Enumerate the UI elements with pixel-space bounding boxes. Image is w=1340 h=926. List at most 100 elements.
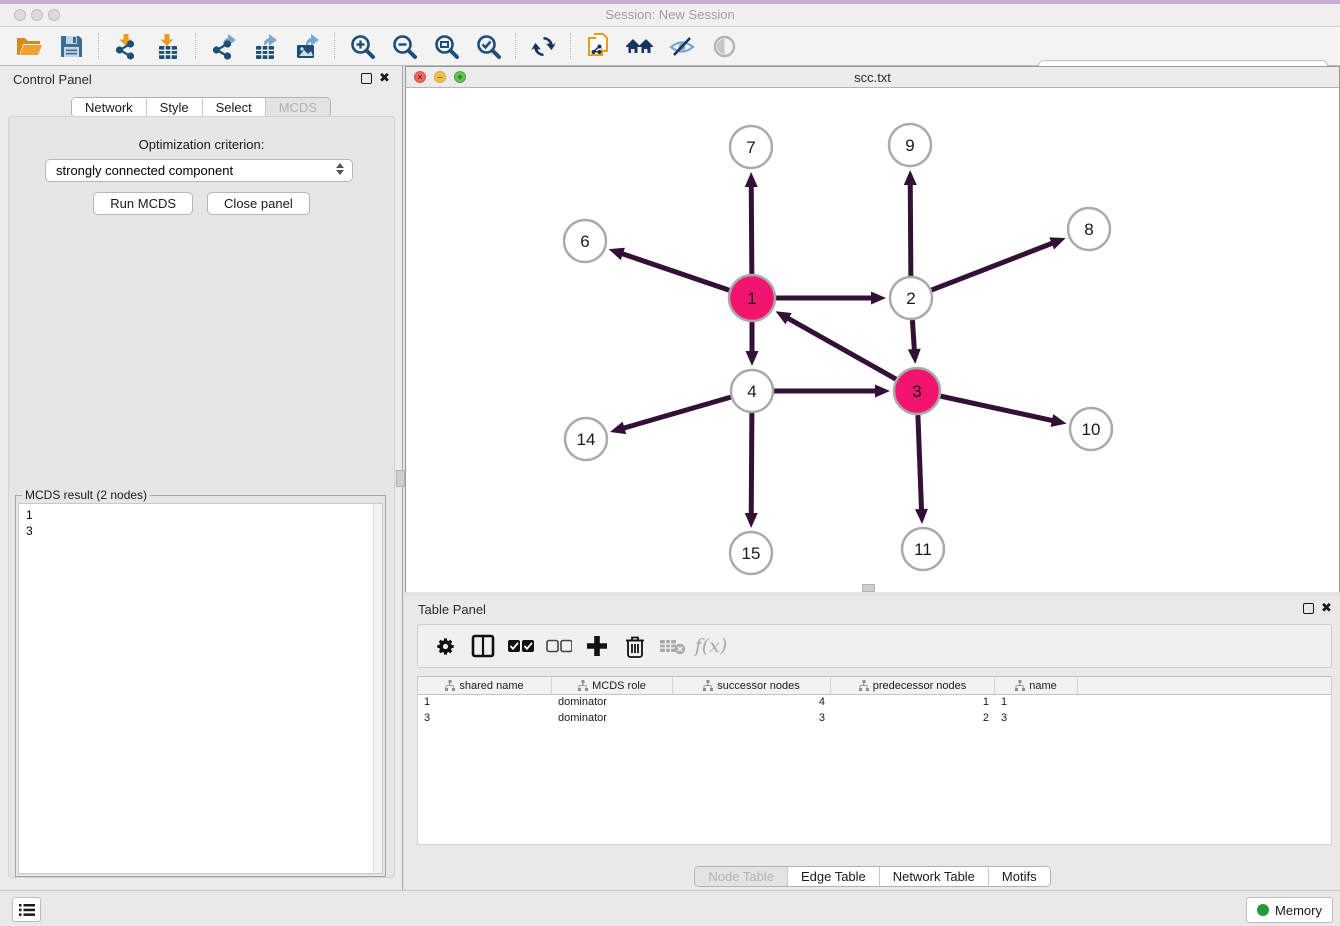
table-panel: Table Panel ✖ f(x) shared nameMCDS roles… [405, 596, 1340, 890]
memory-button[interactable]: Memory [1246, 897, 1333, 923]
network-window-titlebar: × – + scc.txt [406, 67, 1339, 88]
first-neighbors-button[interactable] [622, 31, 658, 61]
edge-2-9[interactable] [904, 170, 917, 276]
arrowhead-icon [745, 513, 758, 528]
network-window-title: scc.txt [406, 70, 1339, 85]
table-tab-motifs[interactable]: Motifs [988, 867, 1050, 886]
edge-1-4[interactable] [746, 322, 759, 366]
mcds-result-text[interactable]: 13 [18, 503, 383, 874]
horizontal-splitter-handle[interactable] [862, 584, 875, 592]
table-cell: 1 [995, 695, 1078, 711]
show-column-panel-button[interactable] [468, 631, 498, 661]
table-cell: 3 [418, 711, 552, 727]
node-2[interactable]: 2 [890, 277, 932, 319]
tab-style[interactable]: Style [146, 98, 202, 117]
mcds-pane: Optimization criterion: strongly connect… [8, 116, 395, 878]
create-column-button[interactable] [582, 631, 612, 661]
edge-1-6[interactable] [609, 248, 730, 290]
table-settings-button[interactable] [430, 631, 460, 661]
table-row[interactable]: 1dominator411 [418, 695, 1331, 711]
column-header-predecessor-nodes[interactable]: predecessor nodes [831, 677, 995, 694]
table-close-panel-icon[interactable]: ✖ [1321, 601, 1332, 615]
tab-network[interactable]: Network [72, 98, 146, 117]
node-14[interactable]: 14 [565, 418, 607, 460]
column-header-name[interactable]: name [995, 677, 1078, 694]
tab-select[interactable]: Select [202, 98, 265, 117]
column-header-MCDS-role[interactable]: MCDS role [552, 677, 673, 694]
import-table-button[interactable] [150, 31, 186, 61]
arrowhead-icon [908, 349, 921, 364]
edge-4-14[interactable] [610, 397, 731, 434]
table-tab-edge-table[interactable]: Edge Table [787, 867, 879, 886]
duplicate-network-button[interactable] [580, 31, 616, 61]
app-titlebar: Session: New Session [0, 4, 1340, 27]
criterion-dropdown[interactable]: strongly connected component [45, 159, 353, 182]
zoom-fit-button[interactable] [428, 31, 464, 61]
node-1[interactable]: 1 [729, 275, 775, 321]
deselect-all-columns-button[interactable] [544, 631, 574, 661]
toolbar-separator [570, 33, 571, 59]
save-session-button[interactable] [53, 31, 89, 61]
hide-selected-button[interactable] [664, 31, 700, 61]
column-header-shared-name[interactable]: shared name [418, 677, 552, 694]
zoom-selected-button[interactable] [470, 31, 506, 61]
table-cell: 1 [418, 695, 552, 711]
result-scrollbar[interactable] [373, 504, 382, 873]
table-row[interactable]: 3dominator323 [418, 711, 1331, 727]
column-header-successor-nodes[interactable]: successor nodes [673, 677, 831, 694]
open-session-button[interactable] [11, 31, 47, 61]
arrowhead-icon [871, 292, 886, 305]
open-icon [15, 33, 43, 59]
node-7[interactable]: 7 [730, 126, 772, 168]
arrowhead-icon [1049, 237, 1065, 249]
zoom-out-button[interactable] [386, 31, 422, 61]
node-10[interactable]: 10 [1070, 408, 1112, 450]
select-all-columns-button[interactable] [506, 631, 536, 661]
delete-column-button[interactable] [620, 631, 650, 661]
edge-4-15[interactable] [745, 413, 758, 528]
node-9[interactable]: 9 [889, 124, 931, 166]
arrowhead-icon [915, 509, 928, 524]
network-graph[interactable]: 1 2 3 4 6 7 8 9 10 11 14 15 [406, 89, 1339, 592]
node-3[interactable]: 3 [894, 368, 940, 414]
edge-2-8[interactable] [932, 237, 1066, 290]
toolbar-separator [515, 33, 516, 59]
table-float-panel-icon[interactable] [1303, 603, 1314, 614]
edge-1-2[interactable] [776, 292, 886, 305]
run-mcds-button[interactable]: Run MCDS [93, 192, 193, 215]
columns-icon [471, 634, 495, 658]
zoom-in-button[interactable] [344, 31, 380, 61]
vertical-splitter-handle[interactable] [396, 470, 405, 487]
edge-3-11[interactable] [915, 415, 928, 524]
float-panel-icon[interactable] [361, 73, 372, 84]
export-table-button[interactable] [247, 31, 283, 61]
node-15[interactable]: 15 [730, 532, 772, 574]
edge-3-10[interactable] [940, 396, 1066, 427]
export-network-button[interactable] [205, 31, 241, 61]
import-network-button[interactable] [108, 31, 144, 61]
close-panel-icon[interactable]: ✖ [379, 71, 390, 85]
node-table-header: shared nameMCDS rolesuccessor nodesprede… [418, 677, 1331, 695]
task-history-button[interactable] [12, 897, 41, 922]
export-image-button[interactable] [289, 31, 325, 61]
edge-2-3[interactable] [908, 320, 921, 364]
table-panel-tabs: Node TableEdge TableNetwork TableMotifs [405, 866, 1340, 887]
node-6[interactable]: 6 [564, 220, 606, 262]
table-tab-network-table[interactable]: Network Table [879, 867, 988, 886]
edge-1-7[interactable] [745, 172, 758, 274]
refresh-button[interactable] [525, 31, 561, 61]
toolbar-separator [195, 33, 196, 59]
arrowhead-icon [875, 385, 890, 398]
node-11[interactable]: 11 [902, 528, 944, 570]
tab-mcds[interactable]: MCDS [265, 98, 330, 117]
node-8[interactable]: 8 [1068, 208, 1110, 250]
edge-4-3[interactable] [774, 385, 890, 398]
save-icon [59, 34, 84, 59]
arrowhead-icon [609, 248, 625, 260]
node-4[interactable]: 4 [731, 370, 773, 412]
edge-3-1[interactable] [776, 311, 897, 379]
fx-icon: f(x) [695, 635, 728, 657]
table-tab-node-table[interactable]: Node Table [695, 867, 787, 886]
close-panel-button[interactable]: Close panel [207, 192, 310, 215]
mcds-result-group: MCDS result (2 nodes) 13 [15, 495, 386, 877]
